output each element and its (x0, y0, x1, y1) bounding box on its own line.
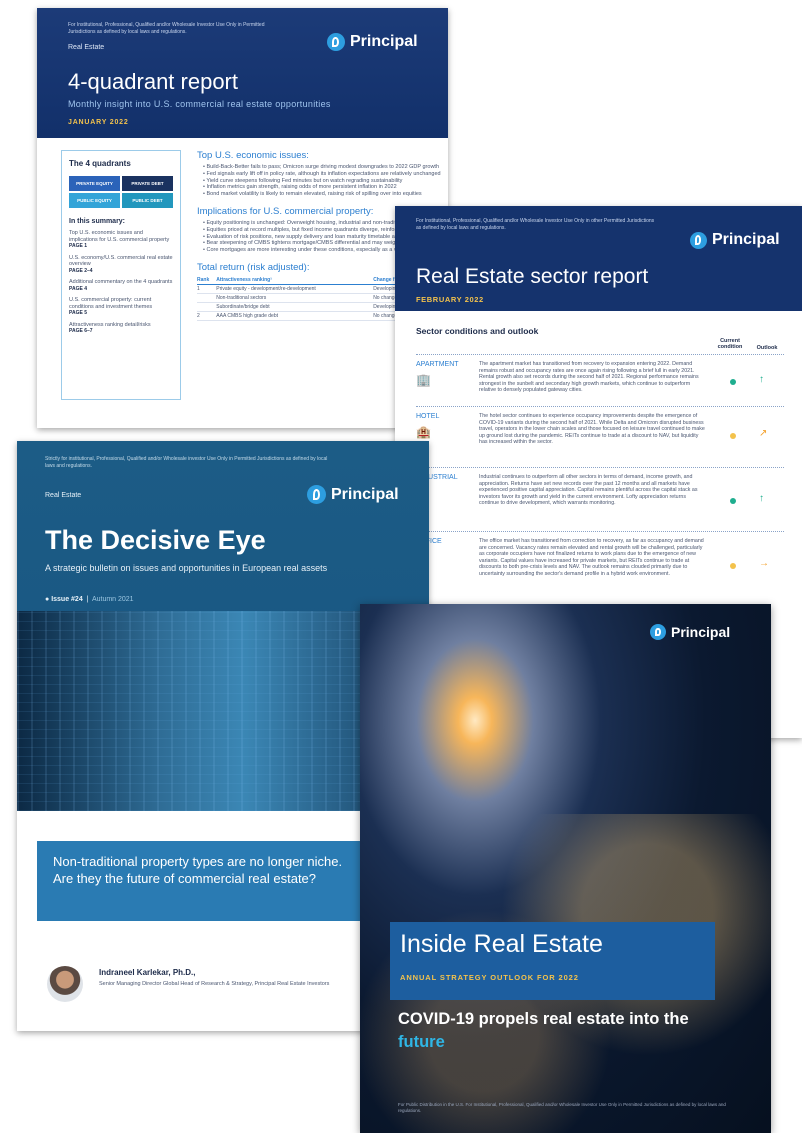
condition-dot (730, 433, 736, 439)
cover-title: The Decisive Eye (45, 525, 266, 555)
sector-row-industrial: INDUSTRIAL Industrial continues to outpe… (416, 467, 784, 530)
report-title: Real Estate sector report (416, 265, 649, 288)
outlook-arrow-icon: ↗ (759, 428, 768, 439)
outlook-arrow-icon: ↑ (759, 493, 764, 504)
summary-item: U.S. economy/U.S. commercial real estate… (69, 254, 173, 274)
quadrant-public-debt: PUBLIC DEBT (122, 193, 173, 208)
disclaimer: For Institutional, Professional, Qualifi… (68, 22, 265, 35)
cover-subtitle: ANNUAL STRATEGY OUTLOOK FOR 2022 (400, 973, 579, 982)
issues-heading: Top U.S. economic issues: (197, 150, 309, 161)
condition-dot (730, 498, 736, 504)
section-heading: Sector conditions and outlook (416, 326, 539, 336)
report-header: For Institutional, Professional, Qualifi… (37, 8, 448, 138)
sector-text: Industrial continues to outperform all o… (479, 474, 698, 507)
quadrant-private-debt: PRIVATE DEBT (122, 176, 173, 191)
summary-title: In this summary: (69, 218, 126, 225)
quadrant-private-equity: PRIVATE EQUITY (69, 176, 120, 191)
principal-logo: Principal (650, 624, 730, 640)
table-header: Attractiveness ranking¹ (216, 275, 374, 285)
outlook-arrow-icon: ↑ (759, 374, 764, 385)
report-subtitle: Monthly insight into U.S. commercial rea… (68, 99, 331, 109)
outlook-arrow-icon: → (759, 558, 769, 569)
principal-logo: Principal (327, 33, 418, 51)
section-label: Real Estate (45, 492, 82, 499)
inside-real-estate-cover: Principal Inside Real Estate ANNUAL STRA… (360, 604, 771, 1133)
list-item: Build-Back-Better fails to pass; Omicron… (203, 164, 442, 171)
cover-subtitle: A strategic bulletin on issues and oppor… (45, 563, 328, 573)
list-item: Bond market volatility is likely to rema… (203, 191, 442, 198)
quadrant-grid: PRIVATE EQUITY PRIVATE DEBT PUBLIC EQUIT… (69, 176, 173, 208)
apartment-icon: 🏢 (416, 373, 431, 387)
author-name: Indraneel Karlekar, Ph.D., (99, 968, 196, 977)
sector-label: HOTEL (416, 413, 440, 420)
summary-item: Additional commentary on the 4 quadrants… (69, 279, 173, 292)
sector-text: The hotel sector continues to experience… (479, 413, 705, 446)
table-header: Rank (197, 275, 217, 285)
quadrants-title: The 4 quadrants (69, 159, 131, 168)
principal-logo-icon (307, 485, 326, 504)
issue-line: ● Issue #24 | Autumn 2021 (45, 596, 134, 603)
list-item: Yield curve steepens following Fed minut… (203, 178, 442, 185)
principal-logo-icon (650, 624, 666, 640)
avatar (47, 966, 83, 1002)
condition-dot (730, 379, 736, 385)
report-date: FEBRUARY 2022 (416, 295, 484, 304)
condition-dot (730, 563, 736, 569)
sector-row-hotel: HOTEL 🏨 The hotel sector continues to ex… (416, 406, 784, 465)
list-item: Inflation metrics gain strength, raising… (203, 184, 442, 191)
sector-row-apartment: APARTMENT 🏢 The apartment market has tra… (416, 354, 784, 407)
sector-label: APARTMENT (416, 361, 459, 368)
summary-item: Attractiveness ranking detail/risks PAGE … (69, 321, 151, 335)
report-date: JANUARY 2022 (68, 119, 129, 126)
banner-text: Non-traditional property types are no lo… (53, 854, 343, 886)
headline-banner: Non-traditional property types are no lo… (37, 841, 367, 921)
footer-disclaimer: For Public Distribution in the U.S. For … (398, 1102, 726, 1113)
disclaimer: For Institutional, Professional, Qualifi… (416, 218, 655, 231)
principal-logo: Principal (690, 231, 780, 249)
report-title: 4-quadrant report (68, 69, 238, 94)
principal-logo-icon (327, 33, 345, 51)
report-header: For Institutional, Professional, Qualifi… (395, 206, 802, 311)
summary-item: U.S. commercial property: current condit… (69, 297, 153, 316)
principal-logo: Principal (307, 485, 399, 504)
cover-headline: COVID-19 propels real estate into the fu… (398, 1010, 689, 1051)
issues-list: Build-Back-Better fails to pass; Omicron… (197, 164, 442, 198)
principal-logo-icon (690, 231, 707, 249)
sector-text: The office market has transitioned from … (479, 538, 704, 577)
quadrant-report-cover: For Institutional, Professional, Qualifi… (37, 8, 448, 428)
column-header-outlook: Outlook (756, 345, 778, 351)
list-item: Fed signals early lift off in policy rat… (203, 171, 442, 178)
disclaimer: Strictly for institutional, Professional… (45, 456, 328, 469)
hotel-icon: 🏨 (416, 425, 431, 439)
section-label: Real Estate (68, 44, 105, 51)
column-header-current: Current condition (717, 338, 743, 350)
sector-text: The apartment market has transitioned fr… (479, 361, 699, 394)
cover-title: Inside Real Estate (400, 930, 603, 958)
sector-row-office: OFFICE The office market has transitione… (416, 531, 784, 598)
summary-sidebar: The 4 quadrants PRIVATE EQUITY PRIVATE D… (61, 150, 181, 400)
quadrant-public-equity: PUBLIC EQUITY (69, 193, 120, 208)
summary-item: Top U.S. economic issues and implication… (69, 230, 170, 249)
